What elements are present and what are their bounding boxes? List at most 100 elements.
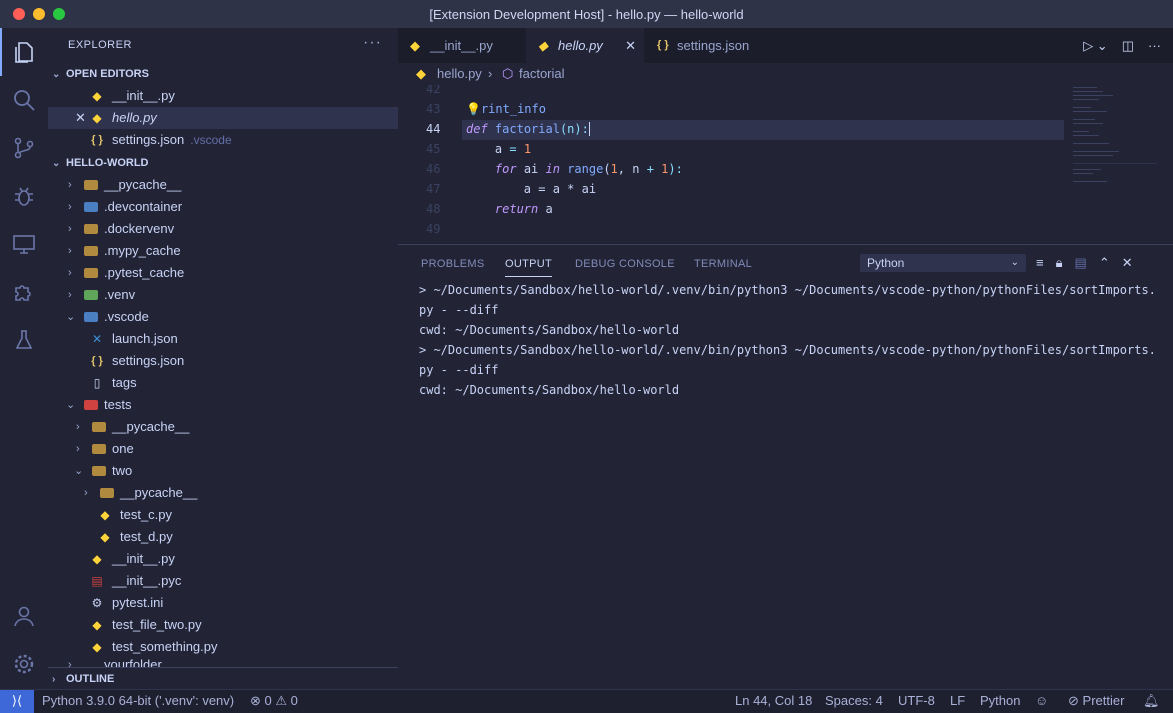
extensions-icon[interactable] <box>12 280 36 304</box>
maximize-window-button[interactable] <box>53 8 65 20</box>
prettier-status[interactable]: ⊘ Prettier <box>1068 690 1124 712</box>
outline-header[interactable]: › OUTLINE <box>48 667 398 689</box>
minimize-window-button[interactable] <box>33 8 45 20</box>
search-icon[interactable] <box>12 88 36 112</box>
tab-settings-json[interactable]: { } settings.json <box>645 28 784 63</box>
code-token: (n): <box>559 122 589 136</box>
source-control-icon[interactable] <box>12 136 36 160</box>
more-actions-icon[interactable]: ··· <box>1148 28 1161 63</box>
tree-item-label: .dockervenv <box>104 221 175 236</box>
clear-output-icon[interactable]: ≡ <box>1036 254 1044 272</box>
tree-item[interactable]: › .venv <box>48 284 398 306</box>
tree-item[interactable]: ⌄ .vscode <box>48 306 398 328</box>
line-number: 44 <box>426 122 441 136</box>
more-actions-icon[interactable]: ··· <box>363 34 382 52</box>
line-number: 45 <box>426 142 441 156</box>
tree-item[interactable]: › one <box>48 438 398 460</box>
python-interpreter-selector[interactable]: Python 3.9.0 64-bit ('.venv': venv) <box>42 690 234 712</box>
tree-item[interactable]: ⌄ tests <box>48 394 398 416</box>
tab-terminal[interactable]: TERMINAL <box>694 245 752 283</box>
remote-indicator-icon[interactable]: ⟩⟨ <box>0 690 34 713</box>
open-log-icon[interactable]: ▤ <box>1075 254 1087 272</box>
status-bar: ⟩⟨ Python 3.9.0 64-bit ('.venv': venv) ⊗… <box>0 689 1173 713</box>
folder-icon <box>84 224 98 234</box>
bottom-panel: PROBLEMS OUTPUT DEBUG CONSOLE TERMINAL P… <box>398 244 1173 690</box>
tab-output[interactable]: OUTPUT <box>505 245 553 283</box>
tree-item[interactable]: › .mypy_cache <box>48 240 398 262</box>
account-icon[interactable] <box>12 604 36 628</box>
code-token: for <box>494 162 517 176</box>
tree-item-label: test_file_two.py <box>112 617 202 632</box>
language-mode-selector[interactable]: Python <box>980 690 1020 712</box>
tree-item-label: test_d.py <box>120 529 173 544</box>
open-editors-header[interactable]: ⌄ OPEN EDITORS <box>48 63 398 85</box>
output-channel-select[interactable]: Python ⌄ <box>860 254 1026 272</box>
tree-item[interactable]: › .dockervenv <box>48 218 398 240</box>
tree-item[interactable]: ▯ tags <box>48 372 398 394</box>
close-icon[interactable]: ✕ <box>1122 254 1133 272</box>
breadcrumb-symbol[interactable]: factorial <box>519 63 565 85</box>
problems-indicator[interactable]: ⊗ 0 ⚠ 0 <box>250 690 298 712</box>
tree-item[interactable]: › __pycache__ <box>48 482 398 504</box>
line-number: 48 <box>426 202 441 216</box>
tree-item[interactable]: ▤ __init__.pyc <box>48 570 398 592</box>
indentation-selector[interactable]: Spaces: 4 <box>825 690 883 712</box>
close-icon[interactable]: ✕ <box>75 107 86 129</box>
lock-icon[interactable]: 🔒︎ <box>1056 254 1063 272</box>
eol-selector[interactable]: LF <box>950 690 965 712</box>
encoding-selector[interactable]: UTF-8 <box>898 690 935 712</box>
tree-item[interactable]: › __pycache__ <box>48 174 398 196</box>
split-editor-icon[interactable]: ◫ <box>1122 28 1134 63</box>
chevron-right-icon: › <box>68 289 72 301</box>
open-editor-name: settings.json <box>112 132 185 147</box>
testing-icon[interactable] <box>12 328 36 352</box>
minimap[interactable] <box>1065 85 1165 243</box>
cursor-position[interactable]: Ln 44, Col 18 <box>735 690 812 712</box>
open-editor-item[interactable]: ✕ ◆ hello.py <box>48 107 398 129</box>
code-token: return <box>494 202 539 216</box>
notifications-bell-icon[interactable]: 🔔︎ <box>1143 690 1160 712</box>
tree-item-label: one <box>112 441 134 456</box>
lightbulb-icon[interactable]: 💡 <box>466 102 481 116</box>
editor-tabs: ◆ __init__.py ◆ hello.py ✕ { } settings.… <box>398 28 1173 63</box>
tree-item[interactable]: ⌄ two <box>48 460 398 482</box>
maximize-panel-icon[interactable]: ⌃ <box>1099 254 1110 272</box>
output-line: cwd: ~/Documents/Sandbox/hello-world <box>419 323 680 337</box>
tab-init-py[interactable]: ◆ __init__.py <box>398 28 526 63</box>
tab-problems[interactable]: PROBLEMS <box>421 245 485 283</box>
close-icon[interactable]: ✕ <box>625 28 636 63</box>
debug-icon[interactable] <box>12 184 36 208</box>
settings-gear-icon[interactable] <box>12 652 36 676</box>
output-line: py - --diff <box>419 363 499 377</box>
output-channel-value: Python <box>867 256 905 270</box>
open-editor-item[interactable]: { } settings.json .vscode <box>48 129 398 151</box>
tree-item[interactable]: ◆ __init__.py <box>48 548 398 570</box>
tree-item[interactable]: { } settings.json <box>48 350 398 372</box>
tree-item[interactable]: ◆ test_file_two.py <box>48 614 398 636</box>
open-editor-item[interactable]: ◆ __init__.py <box>48 85 398 107</box>
tree-item-label: test_something.py <box>112 639 218 654</box>
tree-item[interactable]: › .pytest_cache <box>48 262 398 284</box>
tree-item[interactable]: › .devcontainer <box>48 196 398 218</box>
workspace-header[interactable]: ⌄ HELLO-WORLD <box>48 152 398 174</box>
explorer-icon[interactable] <box>12 40 36 64</box>
breadcrumb-file[interactable]: hello.py <box>437 63 482 85</box>
tree-item[interactable]: ⚙ pytest.ini <box>48 592 398 614</box>
chevron-right-icon: › <box>76 443 80 455</box>
code-editor[interactable]: 42 43 44 45 46 47 48 49 💡rint_info def f… <box>398 85 1173 243</box>
close-window-button[interactable] <box>13 8 25 20</box>
folder-icon <box>84 268 98 278</box>
tree-item[interactable]: ✕ launch.json <box>48 328 398 350</box>
tab-debug-console[interactable]: DEBUG CONSOLE <box>575 245 675 283</box>
vscode-file-icon: ✕ <box>91 332 103 346</box>
remote-explorer-icon[interactable] <box>12 232 36 256</box>
open-editor-label: __init__.py <box>112 88 175 103</box>
tree-item[interactable]: ◆ test_c.py <box>48 504 398 526</box>
tree-item[interactable]: › __pycache__ <box>48 416 398 438</box>
tab-hello-py[interactable]: ◆ hello.py ✕ <box>526 28 645 63</box>
chevron-right-icon: › <box>68 245 72 257</box>
copilot-icon[interactable]: ☺ <box>1035 690 1048 712</box>
run-icon[interactable]: ▷ ⌄ <box>1083 28 1108 63</box>
tree-item[interactable]: ◆ test_d.py <box>48 526 398 548</box>
tree-item[interactable]: ◆ test_something.py <box>48 636 398 658</box>
